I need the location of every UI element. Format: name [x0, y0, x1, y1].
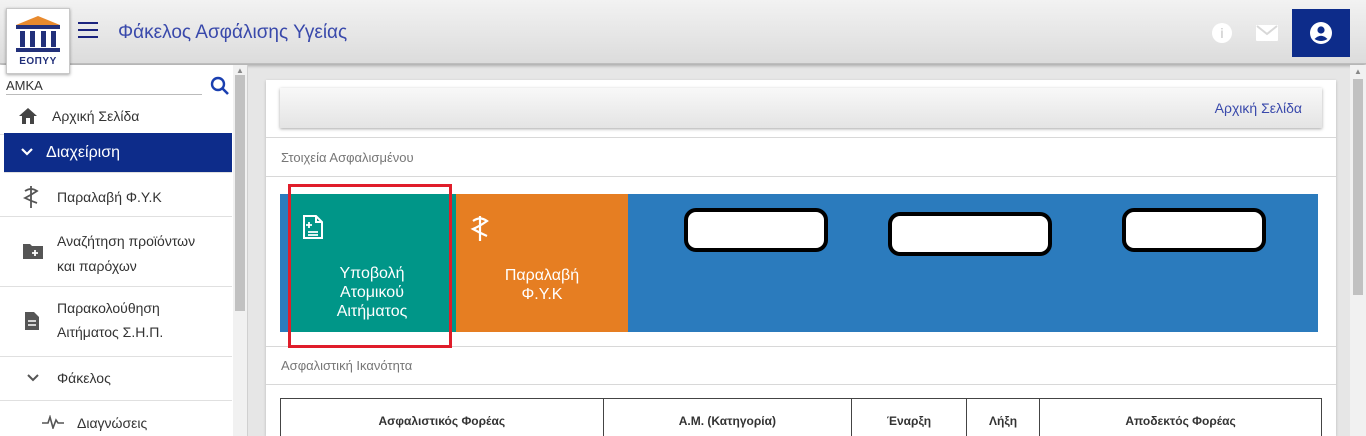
column-header[interactable]: Λήξη — [965, 398, 1041, 436]
sidebar-item-manage[interactable]: Διαχείριση — [4, 133, 232, 173]
sidebar-item-fyk-receipt[interactable]: Παραλαβή Φ.Υ.Κ — [0, 177, 232, 217]
document-icon — [24, 311, 40, 334]
chevron-down-icon — [20, 145, 34, 164]
redacted-field — [684, 208, 828, 252]
folder-add-icon — [22, 242, 44, 263]
home-icon — [18, 107, 38, 128]
table-header-row: Ασφαλιστικός Φορέας Α.Μ. (Κατηγορία) Ένα… — [280, 398, 1322, 436]
section-title-insured-details: Στοιχεία Ασφαλισμένου — [281, 150, 414, 165]
main-scroll-thumb[interactable] — [1353, 79, 1363, 295]
fyk-receipt-tile[interactable]: Παραλαβή Φ.Υ.Κ — [456, 194, 628, 332]
section-divider — [266, 137, 1336, 138]
sidebar-scrollbar[interactable]: ▲ — [233, 65, 247, 436]
tile-label-line3: Αιτήματος — [336, 303, 408, 320]
chevron-down-icon — [26, 371, 40, 388]
section-title-insurance-capacity: Ασφαλιστική Ικανότητα — [281, 358, 413, 373]
sidebar-item-diagnoses[interactable]: Διαγνώσεις — [0, 401, 232, 436]
scroll-up-arrow-icon[interactable]: ▲ — [236, 66, 244, 75]
column-header[interactable]: Έναρξη — [851, 398, 967, 436]
section-divider — [266, 176, 1336, 177]
sidebar-item-label: Φάκελος — [57, 370, 111, 386]
sidebar-item-label-line2: Αιτήματος Σ.Η.Π. — [57, 324, 164, 340]
caduceus-icon — [470, 214, 490, 247]
section-divider — [266, 346, 1336, 347]
search-icon[interactable] — [210, 76, 230, 101]
pulse-icon — [42, 414, 64, 432]
tile-label-line2: Φ.Υ.Κ — [521, 286, 563, 303]
main-scrollbar[interactable]: ▲ — [1350, 65, 1366, 436]
main-panel: Αρχική Σελίδα Στοιχεία Ασφαλισμένου Υποβ… — [266, 80, 1336, 436]
sidebar-scroll-thumb[interactable] — [235, 75, 245, 311]
sidebar-item-label: Παραλαβή Φ.Υ.Κ — [57, 189, 162, 205]
column-header[interactable]: Ασφαλιστικός Φορέας — [280, 398, 604, 436]
breadcrumb-home-link[interactable]: Αρχική Σελίδα — [1215, 100, 1302, 116]
info-icon[interactable]: i — [1212, 23, 1232, 43]
logo-text: ΕΟΠΥΥ — [19, 56, 57, 67]
tile-label-line2: Ατομικού — [340, 284, 404, 301]
hamburger-icon[interactable] — [78, 22, 98, 38]
app-header: Φάκελος Ασφάλισης Υγείας i — [0, 0, 1366, 64]
tile-label-line1: Υποβολή — [339, 265, 405, 282]
document-add-icon — [302, 214, 324, 245]
section-divider — [266, 384, 1336, 385]
temple-logo-icon — [16, 16, 60, 52]
sidebar: Αρχική Σελίδα Διαχείριση Παραλαβή Φ.Υ.Κ … — [0, 65, 248, 436]
redacted-field — [888, 212, 1052, 256]
account-button[interactable] — [1292, 9, 1350, 57]
app-title: Φάκελος Ασφάλισης Υγείας — [118, 22, 348, 43]
column-header[interactable]: Αποδεκτός Φορέας — [1039, 398, 1322, 436]
mail-icon[interactable] — [1256, 25, 1278, 46]
insured-tiles-bar: Υποβολή Ατομικού Αιτήματος Παραλαβή Φ.Υ.… — [280, 194, 1318, 332]
sidebar-item-label-line2: και παρόχων — [57, 258, 137, 274]
sidebar-item-label: Διαγνώσεις — [77, 415, 148, 431]
sidebar-item-request-tracking[interactable]: Παρακολούθηση Αιτήματος Σ.Η.Π. — [0, 287, 232, 357]
breadcrumb: Αρχική Σελίδα — [280, 88, 1322, 128]
sidebar-item-label-line1: Αναζήτηση προϊόντων — [57, 233, 196, 249]
sidebar-item-label: Αρχική Σελίδα — [52, 108, 140, 124]
account-circle-icon — [1310, 22, 1332, 44]
sidebar-item-label: Διαχείριση — [46, 144, 121, 161]
eopyy-logo[interactable]: ΕΟΠΥΥ — [6, 8, 70, 74]
column-header[interactable]: Α.Μ. (Κατηγορία) — [602, 398, 853, 436]
redacted-field — [1122, 208, 1266, 252]
submit-individual-request-tile[interactable]: Υποβολή Ατομικού Αιτήματος — [288, 194, 456, 332]
sidebar-item-folder[interactable]: Φάκελος — [0, 357, 232, 401]
scroll-up-arrow-icon[interactable]: ▲ — [1354, 67, 1362, 76]
tile-label-line1: Παραλαβή — [504, 267, 580, 284]
sidebar-item-label-line1: Παρακολούθηση — [57, 300, 160, 316]
caduceus-icon — [22, 186, 40, 211]
sidebar-item-home[interactable]: Αρχική Σελίδα — [0, 101, 232, 135]
insurance-capacity-table: Ασφαλιστικός Φορέας Α.Μ. (Κατηγορία) Ένα… — [280, 398, 1322, 436]
amka-search-input[interactable] — [6, 77, 202, 95]
sidebar-item-product-search[interactable]: Αναζήτηση προϊόντων και παρόχων — [0, 217, 232, 287]
